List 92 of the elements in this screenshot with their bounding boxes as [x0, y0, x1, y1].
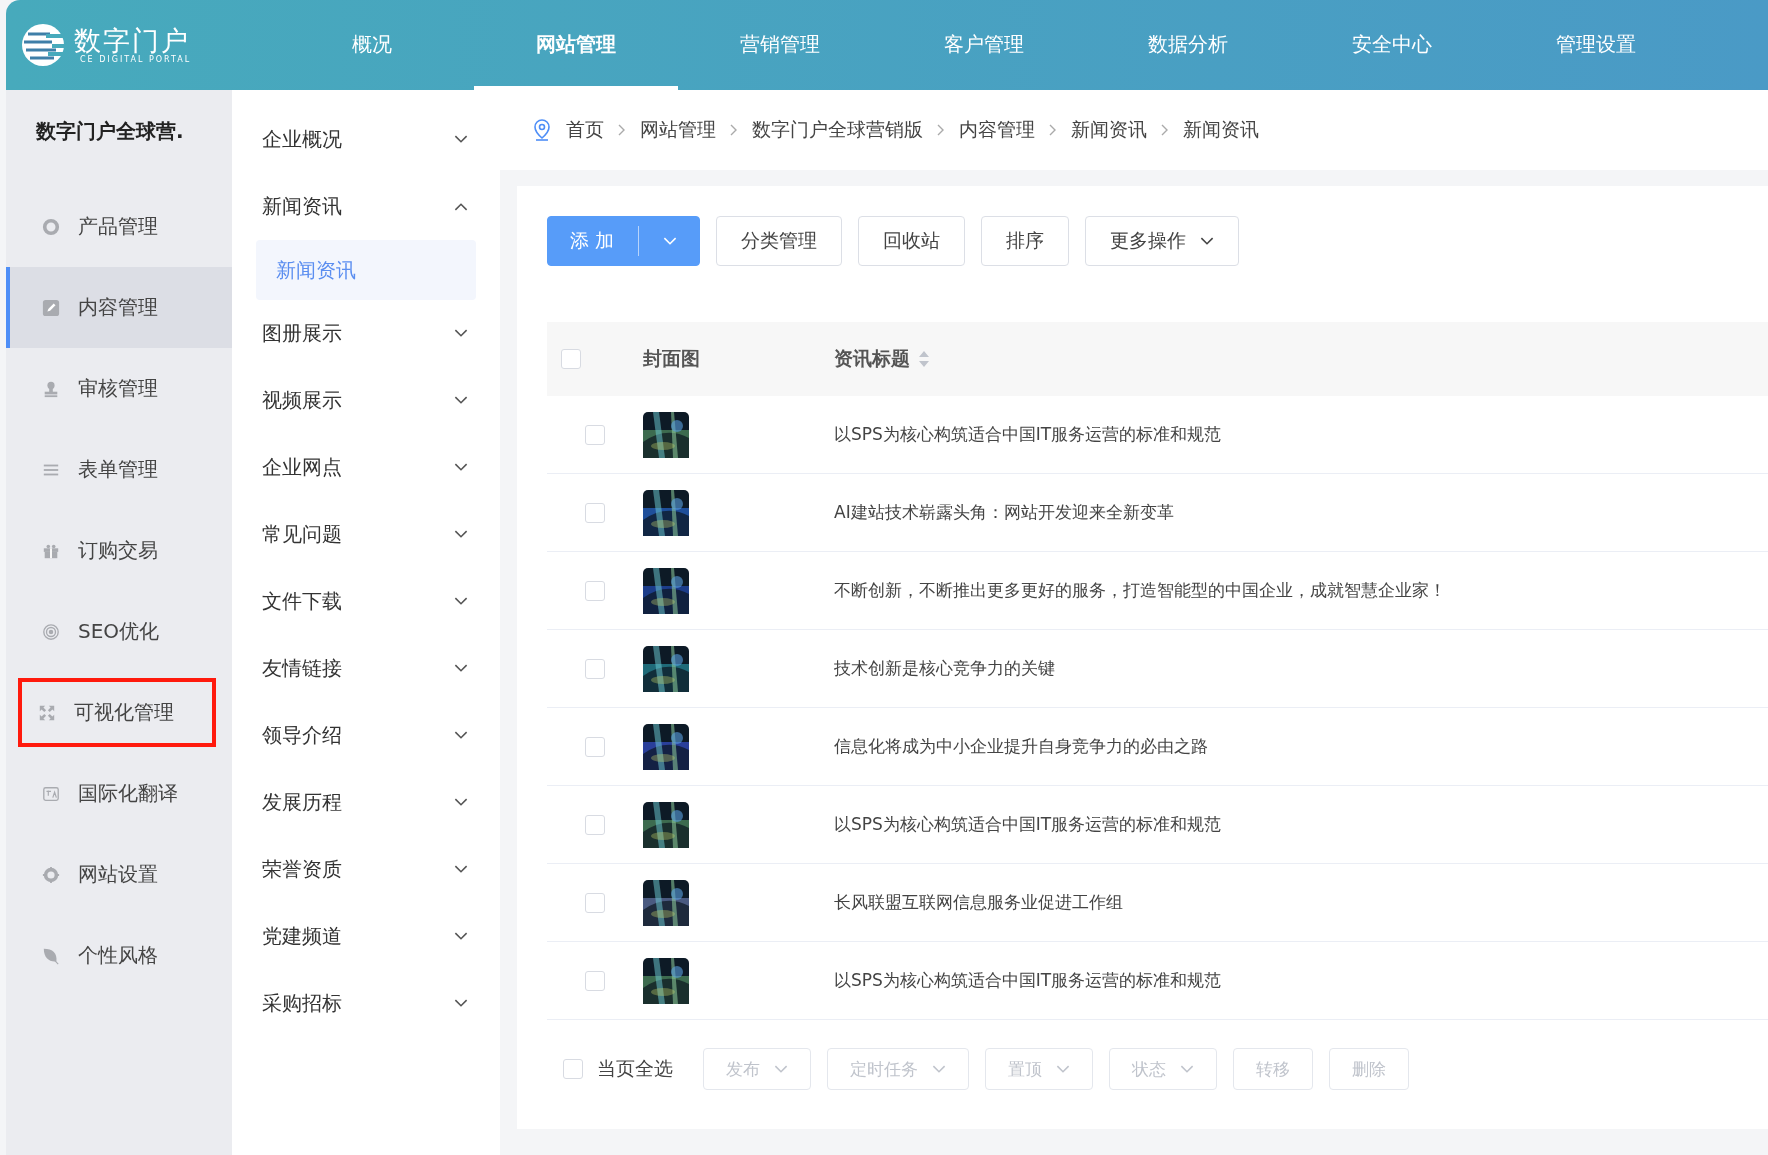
- chevron-down-icon: [454, 731, 468, 740]
- checkbox[interactable]: [585, 970, 605, 991]
- breadcrumb-link[interactable]: 数字门户全球营销版: [752, 117, 923, 143]
- submenu-item[interactable]: 企业概况: [232, 106, 500, 173]
- chevron-right-icon: [618, 124, 626, 136]
- sidebar-title: 数字门户全球营.: [35, 118, 185, 145]
- chevron-down-icon: [454, 865, 468, 874]
- sidebar-item[interactable]: 表单管理: [6, 429, 232, 510]
- chevron-down-icon: [1056, 1064, 1070, 1074]
- sort-icon[interactable]: [918, 350, 930, 368]
- news-title[interactable]: 以SPS为核心构筑适合中国IT服务运营的标准和规范: [834, 813, 1222, 836]
- chevron-down-icon: [774, 1064, 788, 1074]
- chevron-right-icon: [730, 124, 738, 136]
- sidebar-item[interactable]: 内容管理: [6, 267, 232, 348]
- toolbar-button[interactable]: 排序: [981, 216, 1070, 266]
- chevron-down-icon: [454, 798, 468, 807]
- checkbox[interactable]: [585, 736, 605, 757]
- stamp-icon: [42, 379, 60, 398]
- column-header: 封面图: [643, 346, 700, 371]
- chevron-up-icon: [454, 202, 468, 211]
- submenu-item[interactable]: 党建频道: [232, 903, 500, 970]
- sidebar-item[interactable]: 国际化翻译: [6, 753, 232, 834]
- chevron-down-icon: [454, 135, 468, 144]
- checkbox[interactable]: [561, 349, 581, 369]
- chevron-down-icon: [454, 396, 468, 405]
- news-title[interactable]: 以SPS为核心构筑适合中国IT服务运营的标准和规范: [834, 423, 1222, 446]
- news-title[interactable]: 不断创新，不断推出更多更好的服务，打造智能型的中国企业，成就智慧企业家！: [834, 579, 1446, 602]
- breadcrumb-link[interactable]: 内容管理: [959, 117, 1035, 143]
- location-pin-icon: [532, 119, 552, 141]
- news-title[interactable]: 以SPS为核心构筑适合中国IT服务运营的标准和规范: [834, 969, 1222, 992]
- sidebar-item[interactable]: SEO优化: [6, 591, 232, 672]
- checkbox[interactable]: [585, 424, 605, 445]
- globe-logo-icon: [20, 22, 66, 68]
- edit-icon: [42, 298, 60, 317]
- logo-tagline: CE DIGITAL PORTAL: [80, 55, 192, 65]
- breadcrumb-link[interactable]: 新闻资讯: [1183, 117, 1259, 143]
- sidebar-item[interactable]: 审核管理: [6, 348, 232, 429]
- checkbox[interactable]: [563, 1059, 583, 1079]
- chevron-right-icon: [1161, 124, 1169, 136]
- submenu-item[interactable]: 企业网点: [232, 434, 500, 501]
- submenu-item[interactable]: 常见问题: [232, 501, 500, 568]
- chevron-down-icon: [454, 329, 468, 338]
- submenu-item[interactable]: 荣誉资质: [232, 836, 500, 903]
- news-title[interactable]: AI建站技术崭露头角：网站开发迎来全新变革: [834, 501, 1174, 524]
- chevron-down-icon: [663, 236, 678, 246]
- sidebar-item[interactable]: 个性风格: [6, 915, 232, 996]
- chevron-down-icon: [1180, 1064, 1194, 1074]
- leaf-icon: [42, 946, 60, 965]
- breadcrumb-link[interactable]: 新闻资讯: [1071, 117, 1147, 143]
- chevron-right-icon: [937, 124, 945, 136]
- breadcrumb-link[interactable]: 首页: [566, 117, 604, 143]
- submenu-item[interactable]: 采购招标: [232, 970, 500, 1037]
- toolbar-button[interactable]: 更多操作: [1085, 216, 1240, 266]
- chevron-down-icon: [454, 932, 468, 941]
- submenu-item[interactable]: 文件下载: [232, 568, 500, 635]
- select-all-label: 当页全选: [597, 1056, 673, 1081]
- breadcrumb-link[interactable]: 网站管理: [640, 117, 716, 143]
- logo-name: 数字门户: [74, 25, 191, 56]
- submenu-item[interactable]: 视频展示: [232, 367, 500, 434]
- target-icon: [42, 622, 60, 641]
- checkbox[interactable]: [585, 580, 605, 601]
- sidebar-item[interactable]: 网站设置: [6, 834, 232, 915]
- toolbar-button[interactable]: 回收站: [858, 216, 966, 266]
- submenu-item[interactable]: 友情链接: [232, 635, 500, 702]
- news-title[interactable]: 技术创新是核心竞争力的关键: [834, 657, 1055, 680]
- news-title[interactable]: 长风联盟互联网信息服务业促进工作组: [834, 891, 1123, 914]
- news-title[interactable]: 信息化将成为中小企业提升自身竞争力的必由之路: [834, 735, 1208, 758]
- translate-icon: [42, 784, 60, 803]
- sidebar-item[interactable]: 订购交易: [6, 510, 232, 591]
- chevron-down-icon: [1200, 236, 1215, 246]
- submenu-item[interactable]: 领导介绍: [232, 702, 500, 769]
- submenu-item[interactable]: 发展历程: [232, 769, 500, 836]
- checkbox[interactable]: [585, 658, 605, 679]
- checkbox[interactable]: [585, 502, 605, 523]
- sidebar-item[interactable]: 可视化管理: [12, 672, 222, 753]
- checkbox[interactable]: [585, 892, 605, 913]
- toolbar-button[interactable]: 分类管理: [716, 216, 843, 266]
- chevron-right-icon: [1049, 124, 1057, 136]
- gear-icon: [42, 865, 60, 884]
- column-header: 资讯标题: [834, 346, 910, 371]
- expand-icon: [38, 703, 56, 722]
- submenu-item[interactable]: 新闻资讯: [232, 173, 500, 240]
- dial-icon: [42, 217, 60, 236]
- chevron-down-icon: [454, 530, 468, 539]
- chevron-down-icon: [454, 463, 468, 472]
- chevron-down-icon: [454, 999, 468, 1008]
- checkbox[interactable]: [585, 814, 605, 835]
- chevron-down-icon: [454, 664, 468, 673]
- submenu-item[interactable]: 图册展示: [232, 300, 500, 367]
- chevron-down-icon: [454, 597, 468, 606]
- chevron-down-icon: [932, 1064, 946, 1074]
- sidebar-item[interactable]: 产品管理: [6, 186, 232, 267]
